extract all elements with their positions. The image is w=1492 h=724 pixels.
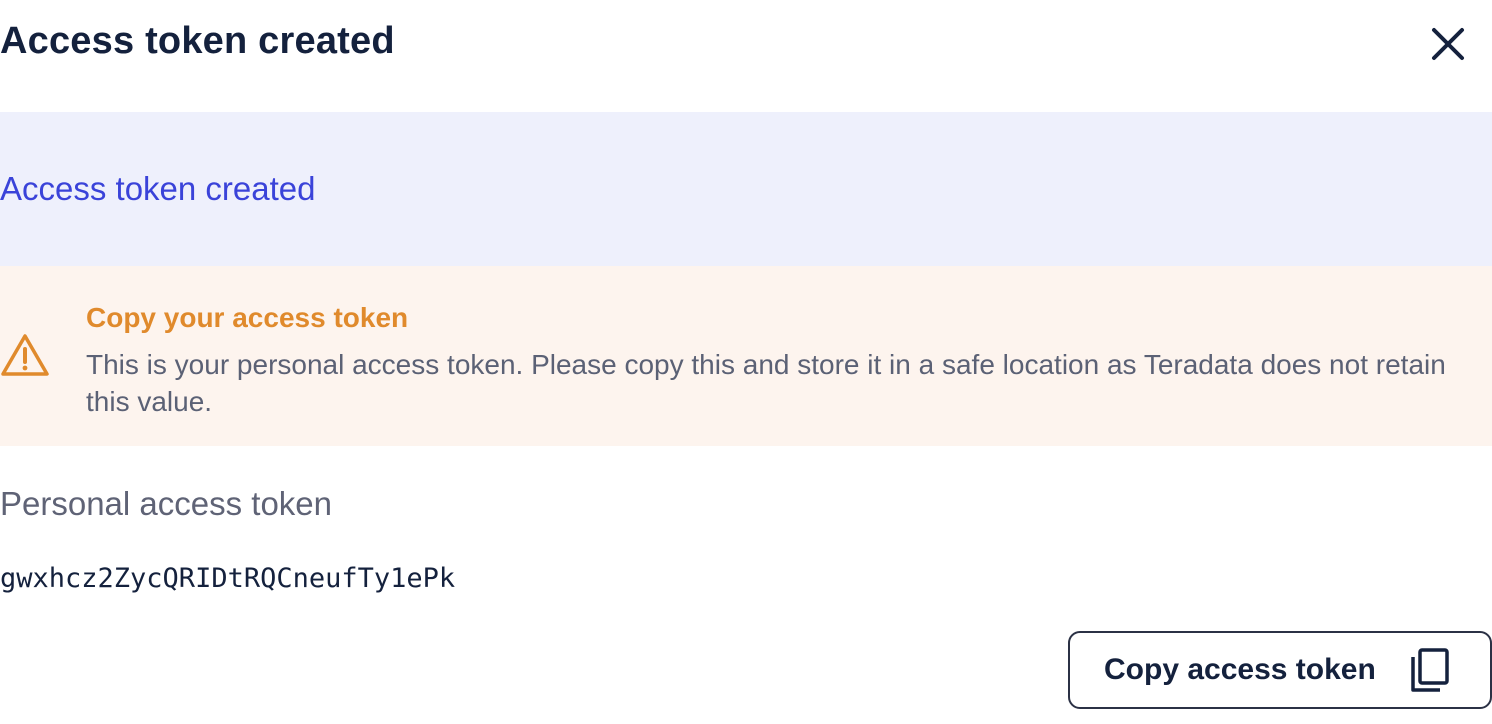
copy-access-token-button[interactable]: Copy access token <box>1068 631 1492 709</box>
access-token-dialog: Access token created Access token create… <box>0 0 1492 724</box>
warning-title: Copy your access token <box>86 302 409 333</box>
warning-message: This is your personal access token. Plea… <box>86 349 1446 417</box>
token-value: gwxhcz2ZycQRIDtRQCneufTy1ePk <box>0 563 456 594</box>
warning-triangle-icon <box>0 332 50 378</box>
info-banner-text: Access token created <box>0 170 316 207</box>
token-label: Personal access token <box>0 485 333 522</box>
close-button[interactable] <box>1428 24 1468 64</box>
copy-button-label: Copy access token <box>1104 653 1376 686</box>
dialog-title: Access token created <box>0 20 395 62</box>
copy-icon <box>1410 647 1450 693</box>
close-icon <box>1428 24 1468 64</box>
